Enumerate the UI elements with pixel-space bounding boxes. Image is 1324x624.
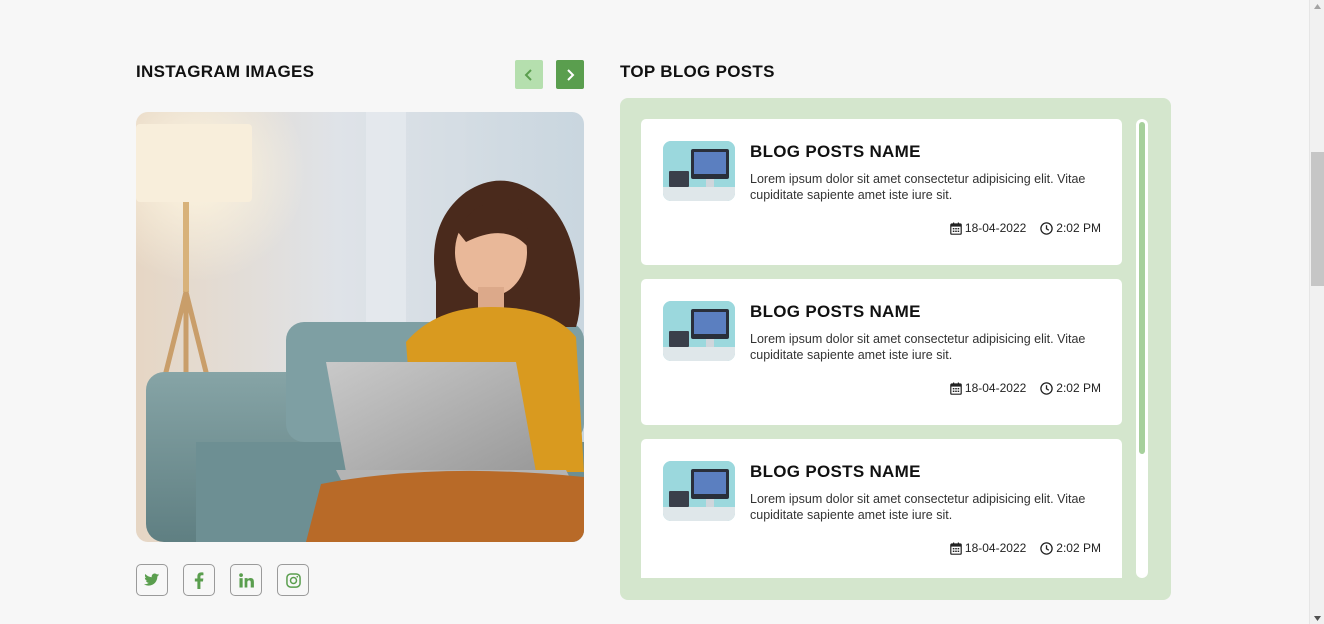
blog-post-card[interactable]: BLOG POSTS NAME Lorem ipsum dolor sit am… bbox=[641, 119, 1122, 265]
facebook-button[interactable] bbox=[183, 564, 215, 596]
caret-down-icon bbox=[1314, 615, 1321, 621]
linkedin-button[interactable] bbox=[230, 564, 262, 596]
caret-up-icon bbox=[1314, 3, 1321, 9]
blog-list-scrollbar-thumb[interactable] bbox=[1139, 122, 1145, 454]
instagram-image[interactable] bbox=[136, 112, 584, 542]
post-time-text: 2:02 PM bbox=[1056, 221, 1101, 235]
post-time: 2:02 PM bbox=[1040, 381, 1101, 395]
blog-post-title[interactable]: BLOG POSTS NAME bbox=[750, 462, 921, 482]
post-date: 18-04-2022 bbox=[950, 381, 1026, 395]
scroll-up-arrow[interactable] bbox=[1310, 0, 1324, 12]
post-date: 18-04-2022 bbox=[950, 541, 1026, 555]
facebook-icon bbox=[194, 571, 204, 589]
blog-posts-list: BLOG POSTS NAME Lorem ipsum dolor sit am… bbox=[641, 119, 1122, 578]
blog-post-thumbnail bbox=[663, 461, 735, 521]
carousel-next-button[interactable] bbox=[556, 60, 584, 89]
chevron-right-icon bbox=[567, 68, 575, 81]
clock-icon bbox=[1040, 381, 1054, 395]
blog-post-meta: 18-04-2022 2:02 PM bbox=[950, 381, 1101, 395]
clock-icon bbox=[1040, 541, 1054, 555]
blog-list-scrollbar[interactable] bbox=[1136, 119, 1148, 578]
calendar-icon bbox=[950, 542, 962, 555]
scroll-down-arrow[interactable] bbox=[1310, 612, 1324, 624]
woman-with-laptop-photo bbox=[136, 112, 584, 542]
twitter-button[interactable] bbox=[136, 564, 168, 596]
instagram-button[interactable] bbox=[277, 564, 309, 596]
blog-post-meta: 18-04-2022 2:02 PM bbox=[950, 541, 1101, 555]
clock-icon bbox=[1040, 221, 1054, 235]
post-date-text: 18-04-2022 bbox=[964, 381, 1027, 395]
carousel-prev-button[interactable] bbox=[515, 60, 543, 89]
twitter-icon bbox=[144, 573, 160, 586]
instagram-icon bbox=[285, 572, 301, 588]
linkedin-icon bbox=[238, 572, 254, 588]
post-date-text: 18-04-2022 bbox=[964, 541, 1027, 555]
blog-post-card[interactable]: BLOG POSTS NAME Lorem ipsum dolor sit am… bbox=[641, 439, 1122, 578]
blog-post-meta: 18-04-2022 2:02 PM bbox=[950, 221, 1101, 235]
blog-post-excerpt: Lorem ipsum dolor sit amet consectetur a… bbox=[750, 172, 1086, 202]
blog-post-card[interactable]: BLOG POSTS NAME Lorem ipsum dolor sit am… bbox=[641, 279, 1122, 425]
chevron-left-icon bbox=[524, 68, 532, 81]
blog-post-excerpt: Lorem ipsum dolor sit amet consectetur a… bbox=[750, 492, 1086, 522]
post-time: 2:02 PM bbox=[1040, 221, 1101, 235]
calendar-icon bbox=[950, 382, 962, 395]
blog-post-title[interactable]: BLOG POSTS NAME bbox=[750, 142, 921, 162]
blog-post-excerpt: Lorem ipsum dolor sit amet consectetur a… bbox=[750, 332, 1086, 362]
blog-post-title[interactable]: BLOG POSTS NAME bbox=[750, 302, 921, 322]
post-time-text: 2:02 PM bbox=[1056, 541, 1101, 555]
page-scrollbar[interactable] bbox=[1309, 0, 1324, 624]
post-date-text: 18-04-2022 bbox=[964, 221, 1027, 235]
post-time: 2:02 PM bbox=[1040, 541, 1101, 555]
blog-posts-panel: BLOG POSTS NAME Lorem ipsum dolor sit am… bbox=[620, 98, 1171, 600]
post-date: 18-04-2022 bbox=[950, 221, 1026, 235]
page-scrollbar-thumb[interactable] bbox=[1311, 152, 1324, 286]
instagram-section-title: INSTAGRAM IMAGES bbox=[136, 62, 315, 81]
blog-section-title: TOP BLOG POSTS bbox=[620, 62, 775, 81]
blog-post-thumbnail bbox=[663, 141, 735, 201]
blog-post-thumbnail bbox=[663, 301, 735, 361]
post-time-text: 2:02 PM bbox=[1056, 381, 1101, 395]
calendar-icon bbox=[950, 222, 962, 235]
